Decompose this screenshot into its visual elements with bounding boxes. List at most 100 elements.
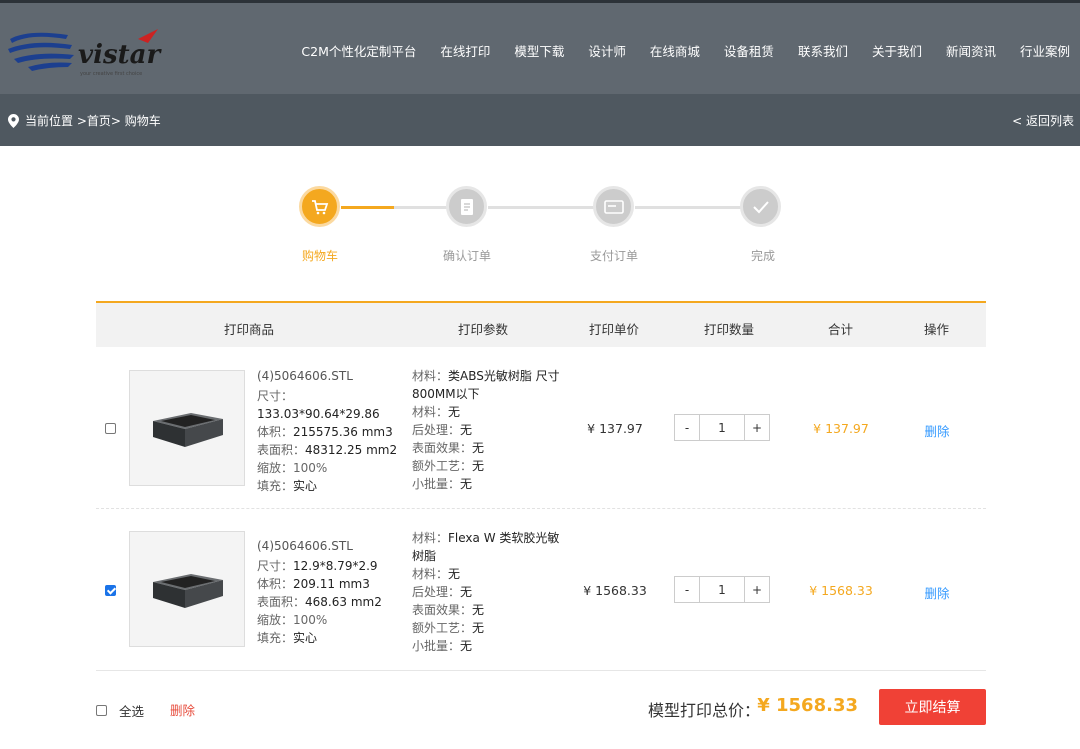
fill-value: 实心 [293, 479, 318, 493]
cart-table: 打印商品 打印参数 打印单价 打印数量 合计 操作 (4)5064606.STL… [96, 301, 986, 671]
checkout-steps: 购物车 确认订单 支付订单 完成 [299, 185, 800, 265]
surface-value: 无 [472, 441, 485, 455]
total-price-value: ¥ 1568.33 [757, 695, 858, 716]
row-total: ¥ 137.97 [813, 421, 869, 436]
nav-item-cases[interactable]: 行业案例 [1020, 41, 1070, 60]
site-logo[interactable]: vistar your creative first choice [8, 25, 168, 79]
scale-value: 100% [293, 461, 328, 475]
model-thumbnail[interactable] [129, 531, 245, 647]
area-label: 表面积： [257, 443, 306, 457]
select-all[interactable]: 全选 [96, 701, 144, 720]
cart-footer: 全选 删除 模型打印总价： ¥ 1568.33 立即结算 [96, 688, 986, 726]
product-info: (4)5064606.STL 尺寸： 133.03*90.64*29.86 体积：… [257, 367, 407, 495]
table-row: (4)5064606.STL 尺寸：12.9*8.79*2.9 体积：209.1… [96, 509, 986, 671]
quantity-input[interactable]: 1 [699, 415, 745, 440]
extra-value: 无 [472, 459, 485, 473]
model-preview-image [153, 574, 223, 608]
decrease-button[interactable]: - [675, 415, 699, 440]
back-to-list-link[interactable]: < 返回列表 [1012, 112, 1074, 129]
unit-price: ¥ 1568.33 [583, 583, 647, 598]
step-label-cart: 购物车 [301, 249, 338, 263]
surface-value: 无 [472, 603, 485, 617]
product-info: (4)5064606.STL 尺寸：12.9*8.79*2.9 体积：209.1… [257, 537, 407, 647]
unit-price: ¥ 137.97 [587, 421, 643, 436]
select-all-label[interactable]: 全选 [119, 701, 144, 720]
volume-value: 209.11 mm3 [293, 577, 370, 591]
nav-item-model-download[interactable]: 模型下载 [514, 41, 564, 60]
breadcrumb: 当前位置 >首页> 购物车 [8, 112, 161, 129]
extra-value: 无 [472, 621, 485, 635]
header-params: 打印参数 [458, 322, 509, 337]
row-total: ¥ 1568.33 [809, 583, 873, 598]
post-label: 后处理： [412, 585, 461, 599]
nav-item-contact[interactable]: 联系我们 [798, 41, 848, 60]
texture-label: 材料： [412, 567, 449, 581]
model-thumbnail[interactable] [129, 370, 245, 486]
cart-icon [311, 199, 328, 214]
select-all-checkbox[interactable] [96, 705, 107, 716]
step-label-confirm: 确认订单 [442, 249, 491, 263]
decrease-button[interactable]: - [675, 577, 699, 602]
size-value: 133.03*90.64*29.86 [257, 407, 380, 421]
nav-item-online-print[interactable]: 在线打印 [440, 41, 490, 60]
breadcrumb-bar: 当前位置 >首页> 购物车 < 返回列表 [0, 94, 1080, 146]
size-label: 尺寸： [257, 559, 294, 573]
nav-item-news[interactable]: 新闻资讯 [946, 41, 996, 60]
location-pin-icon [8, 113, 19, 128]
step-label-pay: 支付订单 [589, 249, 638, 263]
size-value: 12.9*8.79*2.9 [293, 559, 378, 573]
header-total: 合计 [828, 322, 854, 337]
area-value: 468.63 mm2 [305, 595, 382, 609]
scale-value: 100% [293, 613, 328, 627]
header-quantity: 打印数量 [704, 322, 755, 337]
quantity-stepper: - 1 + [674, 576, 770, 603]
delete-link[interactable]: 删除 [904, 421, 970, 440]
print-params: 材料：Flexa W 类软胶光敏树脂 材料：无 后处理：无 表面效果：无 额外工… [412, 529, 562, 655]
surface-label: 表面效果： [412, 441, 473, 455]
post-value: 无 [460, 585, 473, 599]
quantity-input[interactable]: 1 [699, 577, 745, 602]
header-product: 打印商品 [224, 322, 275, 337]
nav-item-c2m[interactable]: C2M个性化定制平台 [301, 41, 416, 60]
quantity-stepper: - 1 + [674, 414, 770, 441]
delete-link[interactable]: 删除 [904, 583, 970, 602]
step-pay [593, 186, 634, 227]
row-checkbox[interactable] [105, 585, 116, 596]
delete-selected-link[interactable]: 删除 [170, 700, 195, 719]
checkout-button[interactable]: 立即结算 [879, 689, 986, 725]
step-line-3 [635, 206, 742, 209]
texture-value: 无 [448, 405, 461, 419]
print-params: 材料：类ABS光敏树脂 尺寸800MM以下 材料：无 后处理：无 表面效果：无 … [412, 367, 562, 493]
batch-value: 无 [460, 477, 473, 491]
file-name[interactable]: (4)5064606.STL [257, 367, 407, 385]
header-unit-price: 打印单价 [589, 322, 640, 337]
nav-item-rental[interactable]: 设备租赁 [724, 41, 774, 60]
scale-label: 缩放： [257, 613, 294, 627]
nav-item-mall[interactable]: 在线商城 [650, 41, 700, 60]
svg-text:your creative first choice: your creative first choice [80, 71, 142, 77]
volume-label: 体积： [257, 425, 294, 439]
step-line-2 [488, 206, 595, 209]
increase-button[interactable]: + [745, 415, 769, 440]
file-name[interactable]: (4)5064606.STL [257, 537, 407, 555]
total-price-label: 模型打印总价： [647, 701, 760, 720]
fill-label: 填充： [257, 479, 294, 493]
step-done [740, 186, 781, 227]
texture-value: 无 [448, 567, 461, 581]
size-label: 尺寸： [257, 389, 294, 403]
check-icon [752, 200, 769, 213]
nav-item-about[interactable]: 关于我们 [872, 41, 922, 60]
post-label: 后处理： [412, 423, 461, 437]
nav-item-designer[interactable]: 设计师 [588, 41, 626, 60]
extra-label: 额外工艺： [412, 459, 473, 473]
step-line-progress [341, 206, 394, 209]
card-icon [603, 199, 624, 214]
extra-label: 额外工艺： [412, 621, 473, 635]
step-cart [299, 186, 340, 227]
table-row: (4)5064606.STL 尺寸： 133.03*90.64*29.86 体积：… [96, 347, 986, 509]
surface-label: 表面效果： [412, 603, 473, 617]
breadcrumb-text[interactable]: 当前位置 >首页> 购物车 [25, 112, 161, 129]
increase-button[interactable]: + [745, 577, 769, 602]
main-nav: C2M个性化定制平台 在线打印 模型下载 设计师 在线商城 设备租赁 联系我们 … [277, 41, 1070, 60]
row-checkbox[interactable] [105, 423, 116, 434]
